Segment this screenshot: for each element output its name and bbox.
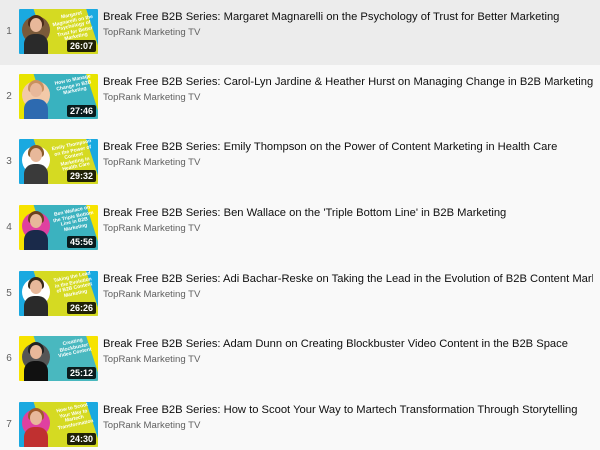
portrait-face	[30, 345, 42, 359]
playlist-item-index: 4	[6, 222, 12, 233]
channel-name[interactable]: TopRank Marketing TV	[103, 92, 593, 104]
playlist-item[interactable]: 2 How to Manage Change in B2B Marketing 27…	[0, 65, 600, 130]
duration-badge: 26:26	[66, 302, 96, 314]
video-thumbnail[interactable]: Margaret Magnarelli on the Psychology of…	[19, 9, 98, 54]
duration-badge: 45:56	[66, 236, 96, 248]
video-info: Break Free B2B Series: Ben Wallace on th…	[103, 206, 593, 235]
duration-badge: 26:07	[66, 40, 96, 52]
duration-badge: 25:12	[66, 367, 96, 379]
channel-name[interactable]: TopRank Marketing TV	[103, 354, 593, 366]
portrait-body	[24, 34, 48, 54]
playlist-panel: 1 Margaret Magnarelli on the Psychology o…	[0, 0, 600, 450]
channel-name[interactable]: TopRank Marketing TV	[103, 420, 593, 432]
duration-badge: 29:32	[66, 170, 96, 182]
portrait-face	[30, 18, 42, 32]
video-thumbnail[interactable]: How to Manage Change in B2B Marketing 27:…	[19, 74, 98, 119]
portrait-face	[30, 411, 42, 425]
portrait-face	[30, 148, 42, 162]
portrait-face	[30, 280, 42, 294]
video-title[interactable]: Break Free B2B Series: Margaret Magnarel…	[103, 10, 593, 24]
portrait-body	[24, 296, 48, 316]
video-info: Break Free B2B Series: Carol-Lyn Jardine…	[103, 75, 593, 104]
playlist-item[interactable]: 7 How to Scoot Your Way to Martech Transf…	[0, 393, 600, 450]
video-title[interactable]: Break Free B2B Series: Emily Thompson on…	[103, 140, 593, 154]
video-thumbnail[interactable]: How to Scoot Your Way to Martech Transfo…	[19, 402, 98, 447]
portrait-face	[30, 214, 42, 228]
thumbnail-portrait	[22, 12, 50, 54]
video-title[interactable]: Break Free B2B Series: Carol-Lyn Jardine…	[103, 75, 593, 89]
playlist-item-index: 3	[6, 156, 12, 167]
video-thumbnail[interactable]: Ben Wallace on the Triple Bottom Line in…	[19, 205, 98, 250]
playlist-item-index: 1	[6, 26, 12, 37]
video-thumbnail[interactable]: Creating Blockbuster Video Content 25:12	[19, 336, 98, 381]
portrait-body	[24, 427, 48, 447]
channel-name[interactable]: TopRank Marketing TV	[103, 223, 593, 235]
thumbnail-portrait	[22, 339, 50, 381]
portrait-face	[30, 83, 42, 97]
channel-name[interactable]: TopRank Marketing TV	[103, 157, 593, 169]
video-info: Break Free B2B Series: Emily Thompson on…	[103, 140, 593, 169]
video-info: Break Free B2B Series: Margaret Magnarel…	[103, 10, 593, 39]
channel-name[interactable]: TopRank Marketing TV	[103, 27, 593, 39]
thumbnail-portrait	[22, 208, 50, 250]
portrait-body	[24, 230, 48, 250]
playlist-item[interactable]: 4 Ben Wallace on the Triple Bottom Line i…	[0, 196, 600, 261]
video-info: Break Free B2B Series: Adam Dunn on Crea…	[103, 337, 593, 366]
portrait-body	[24, 99, 48, 119]
video-title[interactable]: Break Free B2B Series: Adi Bachar-Reske …	[103, 272, 593, 286]
duration-badge: 24:30	[66, 433, 96, 445]
video-title[interactable]: Break Free B2B Series: Ben Wallace on th…	[103, 206, 593, 220]
playlist-item-index: 6	[6, 353, 12, 364]
playlist-item-index: 2	[6, 91, 12, 102]
video-thumbnail[interactable]: Emily Thompson on the Power of Content M…	[19, 139, 98, 184]
playlist-item[interactable]: 3 Emily Thompson on the Power of Content …	[0, 130, 600, 195]
playlist-item[interactable]: 6 Creating Blockbuster Video Content 25:12…	[0, 327, 600, 392]
duration-badge: 27:46	[66, 105, 96, 117]
thumbnail-portrait	[22, 77, 50, 119]
video-title[interactable]: Break Free B2B Series: Adam Dunn on Crea…	[103, 337, 593, 351]
video-thumbnail[interactable]: Taking the Lead in the Evolution of B2B …	[19, 271, 98, 316]
playlist-item-index: 7	[6, 419, 12, 430]
thumbnail-portrait	[22, 274, 50, 316]
playlist-item[interactable]: 1 Margaret Magnarelli on the Psychology o…	[0, 0, 600, 65]
video-info: Break Free B2B Series: Adi Bachar-Reske …	[103, 272, 593, 301]
video-title[interactable]: Break Free B2B Series: How to Scoot Your…	[103, 403, 593, 417]
video-info: Break Free B2B Series: How to Scoot Your…	[103, 403, 593, 432]
channel-name[interactable]: TopRank Marketing TV	[103, 289, 593, 301]
playlist-item-index: 5	[6, 288, 12, 299]
portrait-body	[24, 361, 48, 381]
playlist-item[interactable]: 5 Taking the Lead in the Evolution of B2B…	[0, 262, 600, 327]
portrait-body	[24, 164, 48, 184]
thumbnail-portrait	[22, 142, 50, 184]
thumbnail-portrait	[22, 405, 50, 447]
